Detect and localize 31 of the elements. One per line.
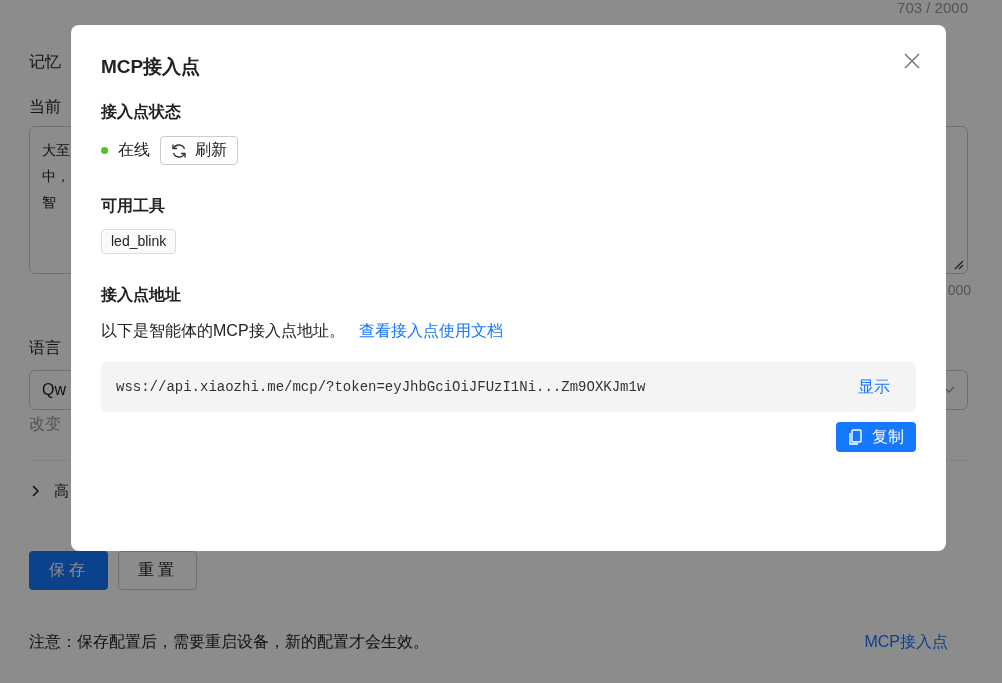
field-label: 语言 xyxy=(29,338,61,358)
copy-icon xyxy=(848,429,862,445)
note-text: 注意：保存配置后，需要重启设备，新的配置才会生效。 xyxy=(29,632,429,652)
mcp-endpoint-link[interactable]: MCP接入点 xyxy=(864,632,948,653)
copy-button[interactable]: 复制 xyxy=(836,422,916,452)
status-text: 在线 xyxy=(118,140,150,160)
text-line: 中， xyxy=(42,167,70,186)
character-counter: 703 / 2000 xyxy=(897,0,968,16)
refresh-button[interactable]: 刷新 xyxy=(160,136,238,165)
section-toggle-label: 高 xyxy=(54,481,69,501)
docs-link[interactable]: 查看接入点使用文档 xyxy=(358,320,503,342)
dialog-title: MCP接入点 xyxy=(101,55,201,79)
character-counter: 000 xyxy=(947,281,971,300)
text-line: 大至 xyxy=(42,141,70,160)
endpoint-url: wss://api.xiaozhi.me/mcp/?token=eyJhbGciOiJFUzI1Ni...Zm9OXKJm1w xyxy=(116,379,646,395)
resize-grip-icon xyxy=(954,260,964,270)
section-title: 接入点状态 xyxy=(101,102,182,122)
close-icon[interactable] xyxy=(904,53,920,69)
field-hint: 改变 xyxy=(29,414,62,434)
chevron-right-icon xyxy=(32,485,40,497)
section-title: 接入点地址 xyxy=(101,285,182,305)
description-text: 以下是智能体的MCP接入点地址。 xyxy=(101,321,345,341)
refresh-icon xyxy=(171,142,187,159)
form-button[interactable]: 保存 xyxy=(29,551,108,590)
show-button[interactable]: 显示 xyxy=(858,376,890,398)
form-button[interactable]: 重置 xyxy=(118,551,197,590)
field-label: 当前 xyxy=(29,97,61,117)
text-line: 智 xyxy=(42,193,56,212)
section-title: 可用工具 xyxy=(101,196,166,216)
tool-tag: led_blink xyxy=(101,229,177,254)
field-label: 记忆 xyxy=(29,52,61,72)
